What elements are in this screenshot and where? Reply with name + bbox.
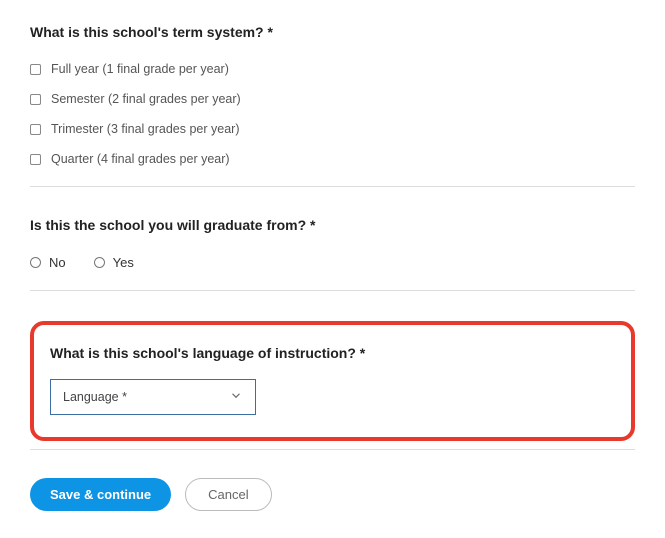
divider: [30, 186, 635, 187]
radio-yes[interactable]: Yes: [94, 255, 134, 270]
option-semester[interactable]: Semester (2 final grades per year): [30, 92, 635, 106]
save-continue-button[interactable]: Save & continue: [30, 478, 171, 511]
chevron-down-icon: [229, 389, 243, 406]
radio-icon: [94, 257, 105, 268]
radio-no[interactable]: No: [30, 255, 66, 270]
checkbox-icon: [30, 124, 41, 135]
graduate-options: No Yes: [30, 255, 635, 270]
checkbox-icon: [30, 64, 41, 75]
option-full-year[interactable]: Full year (1 final grade per year): [30, 62, 635, 76]
radio-icon: [30, 257, 41, 268]
divider: [30, 449, 635, 450]
option-quarter[interactable]: Quarter (4 final grades per year): [30, 152, 635, 166]
cancel-button[interactable]: Cancel: [185, 478, 271, 511]
term-system-question: What is this school's term system? *: [30, 24, 635, 40]
checkbox-icon: [30, 154, 41, 165]
radio-label: Yes: [113, 255, 134, 270]
option-label: Trimester (3 final grades per year): [51, 122, 240, 136]
radio-label: No: [49, 255, 66, 270]
divider: [30, 290, 635, 291]
option-label: Quarter (4 final grades per year): [51, 152, 230, 166]
option-label: Full year (1 final grade per year): [51, 62, 229, 76]
term-system-options: Full year (1 final grade per year) Semes…: [30, 62, 635, 166]
language-select[interactable]: Language *: [50, 379, 256, 415]
language-highlight-box: What is this school's language of instru…: [30, 321, 635, 441]
language-question: What is this school's language of instru…: [50, 345, 615, 361]
checkbox-icon: [30, 94, 41, 105]
button-row: Save & continue Cancel: [30, 478, 635, 511]
graduate-question: Is this the school you will graduate fro…: [30, 217, 635, 233]
select-placeholder: Language *: [63, 390, 127, 404]
option-label: Semester (2 final grades per year): [51, 92, 241, 106]
option-trimester[interactable]: Trimester (3 final grades per year): [30, 122, 635, 136]
